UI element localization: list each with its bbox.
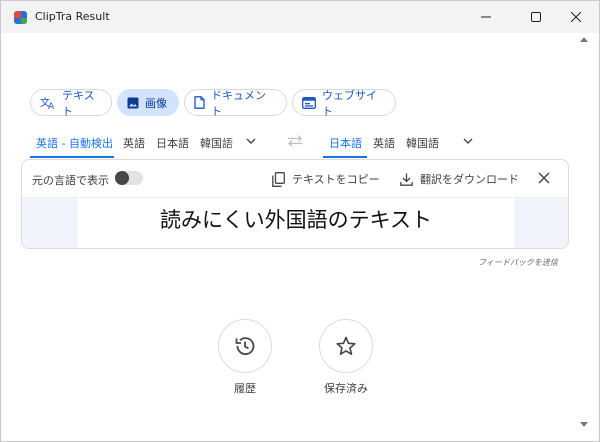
website-icon [302,96,316,109]
history-icon [235,337,255,355]
translated-text: 読みにくい外国語のテキスト [160,208,432,232]
app-window: ClipTra Result 文A テキスト 画像 ドキュメント ウェブサイト … [0,0,600,442]
close-icon [571,12,581,22]
mode-text-label: テキスト [62,88,95,118]
svg-text:A: A [48,102,55,110]
scroll-down-icon[interactable] [579,421,589,429]
lang-fade [227,133,243,151]
target-lang-english[interactable]: 英語 [373,135,395,151]
history-button[interactable] [218,319,272,373]
result-toolbar: 元の言語で表示 テキストをコピー 翻訳をダウンロード [22,160,568,198]
image-icon [127,97,139,109]
star-icon [336,336,356,355]
source-lang-auto-detect[interactable]: 英語 - 自動検出 [36,135,113,151]
result-card: 元の言語で表示 テキストをコピー 翻訳をダウンロード 読みにくい外国語のテキスト [21,159,569,249]
show-original-label: 元の言語で表示 [32,174,109,187]
copy-text-label: テキストをコピー [292,173,380,186]
window-title: ClipTra Result [35,10,110,23]
history-label: 履歴 [234,382,256,395]
document-icon [194,96,205,109]
source-lang-selected-underline [30,156,114,158]
source-lang-japanese[interactable]: 日本語 [156,135,189,151]
copy-icon [272,171,285,187]
target-lang-japanese[interactable]: 日本語 [329,135,362,151]
title-bar: ClipTra Result [1,1,599,33]
close-result-icon[interactable] [537,171,551,185]
close-window-button[interactable] [553,1,599,33]
mode-text-button[interactable]: 文A テキスト [30,88,112,118]
download-translation-label: 翻訳をダウンロード [420,173,519,186]
scroll-up-icon[interactable] [579,35,589,43]
mode-website-button[interactable]: ウェブサイト [292,88,396,118]
source-lang-english[interactable]: 英語 [123,135,145,151]
swap-languages-icon[interactable] [286,134,304,148]
minimize-button[interactable] [463,1,509,33]
toggle-knob [115,171,129,185]
download-translation-button[interactable]: 翻訳をダウンロード [400,168,519,190]
minimize-icon [481,16,491,18]
show-original-toggle[interactable] [115,171,143,185]
send-feedback-link[interactable]: フィードバックを送信 [478,257,558,268]
copy-text-button[interactable]: テキストをコピー [272,168,380,190]
target-lang-selected-underline [323,156,367,158]
mode-document-button[interactable]: ドキュメント [184,88,287,118]
mode-document-label: ドキュメント [211,88,266,118]
saved-button[interactable] [319,319,373,373]
source-lang-more-chevron-icon[interactable] [245,135,257,147]
download-icon [400,173,413,186]
mode-image-label: 画像 [145,96,167,110]
target-lang-more-chevron-icon[interactable] [462,135,474,147]
translate-icon: 文A [40,96,56,110]
maximize-icon [531,12,541,22]
app-logo-icon [14,11,27,24]
vertical-scrollbar[interactable] [578,33,590,431]
mode-website-label: ウェブサイト [322,88,377,118]
mode-image-button[interactable]: 画像 [117,89,179,116]
saved-label: 保存済み [324,382,368,395]
target-lang-korean[interactable]: 韓国語 [406,135,439,151]
